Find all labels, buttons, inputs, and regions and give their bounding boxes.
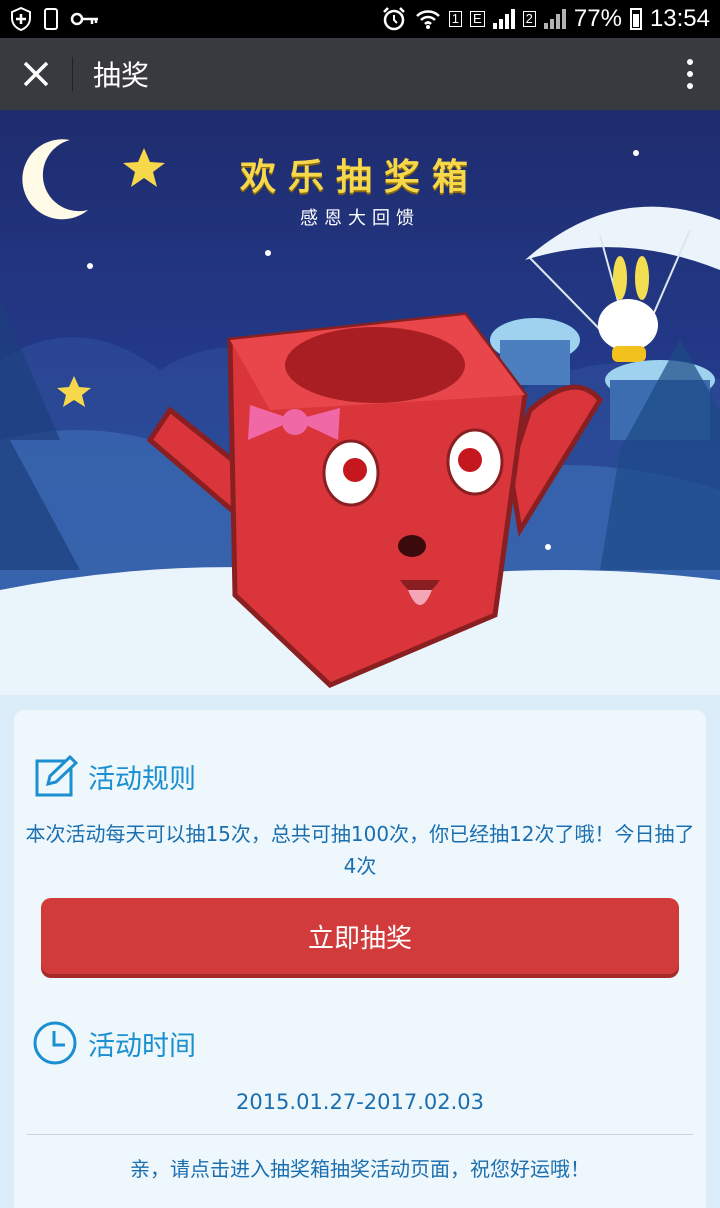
shield-plus-icon — [11, 7, 31, 31]
activity-date-range: 2015.01.27-2017.02.03 — [235, 1090, 485, 1114]
page-title: 抽奖 — [93, 59, 150, 92]
edit-pencil-icon — [35, 754, 78, 797]
signal-2-icon — [543, 9, 566, 29]
content-card: 活动规则 本次活动每天可以抽15次，总共可抽100次，你已经抽12次了哦！今日抽… — [14, 710, 706, 1208]
battery-icon — [629, 8, 642, 30]
rules-heading-label: 活动规则 — [88, 763, 196, 795]
footer-hint: 亲，请点击进入抽奖箱抽奖活动页面，祝您好运哦！ — [130, 1157, 590, 1181]
wifi-icon — [415, 10, 440, 29]
close-icon — [23, 61, 49, 87]
more-options-button[interactable] — [660, 38, 720, 110]
sim2-indicator: 2 — [522, 11, 536, 27]
divider — [27, 1134, 693, 1135]
close-button[interactable] — [0, 38, 72, 110]
phone-outline-icon — [44, 8, 58, 30]
network-type-indicator: E — [469, 11, 485, 27]
time-heading-label: 活动时间 — [88, 1030, 196, 1062]
clock-icon — [33, 1021, 77, 1065]
draw-now-button[interactable]: 立即抽奖 — [41, 898, 679, 974]
rules-heading: 活动规则 — [34, 754, 196, 798]
signal-icon — [492, 9, 515, 29]
more-dot-icon — [687, 83, 693, 89]
status-right-icons: 1 E 2 77% 13:54 — [381, 5, 710, 33]
title-divider — [72, 57, 73, 91]
more-dot-icon — [687, 71, 693, 77]
more-dot-icon — [687, 59, 693, 65]
status-left-icons — [10, 7, 100, 31]
banner-subtitle: 感恩大回馈 — [300, 208, 420, 229]
time-heading: 活动时间 — [32, 1020, 196, 1066]
rules-text: 本次活动每天可以抽15次，总共可抽100次，你已经抽12次了哦！今日抽了4次 — [25, 822, 695, 878]
banner: 欢乐抽奖箱 感恩大回馈 — [0, 110, 720, 695]
sim1-indicator: 1 — [448, 11, 462, 27]
banner-title: 欢乐抽奖箱 — [239, 157, 480, 198]
title-bar: 抽奖 — [0, 38, 720, 110]
alarm-icon — [382, 7, 405, 31]
battery-percent: 77% — [573, 5, 622, 32]
status-bar: 1 E 2 77% 13:54 — [0, 0, 720, 38]
clock: 13:54 — [649, 5, 710, 32]
key-icon — [70, 12, 98, 26]
